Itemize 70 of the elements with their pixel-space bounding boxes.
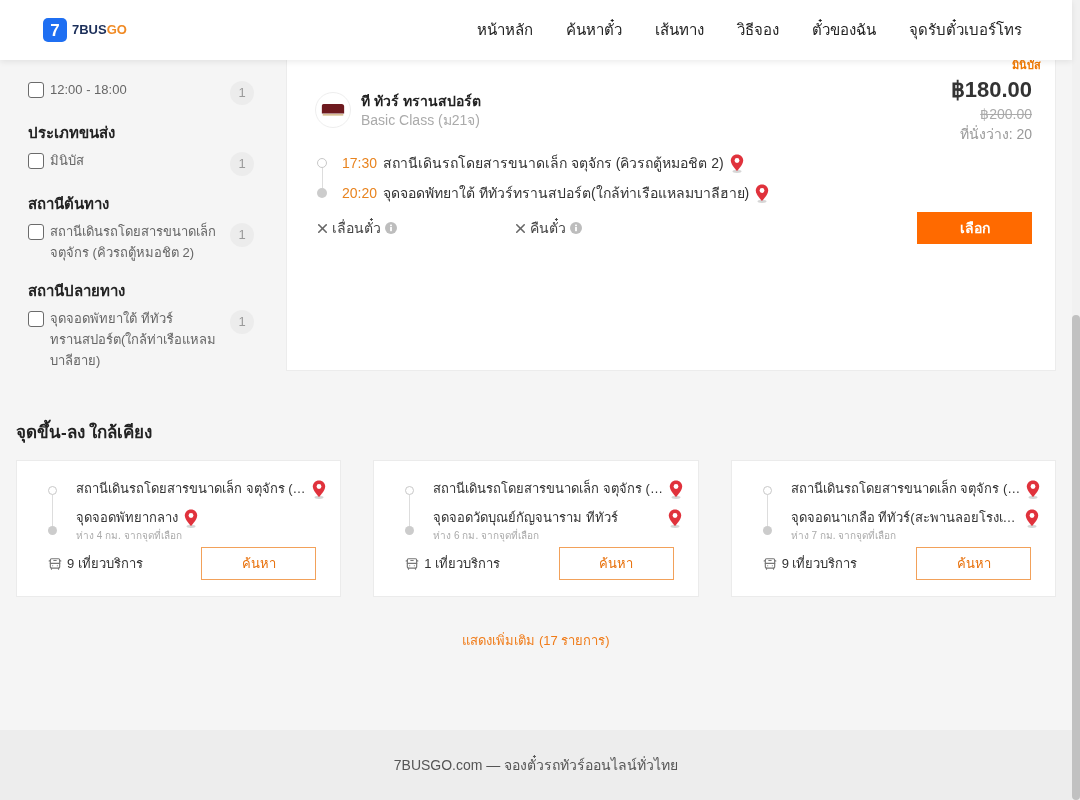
- trip-count: 9 เที่ยวบริการ: [67, 554, 143, 573]
- filter-option-label[interactable]: สถานีเดินรถโดยสารขนาดเล็ก จตุจักร (คิวรถตู้หมอชิต 2): [50, 221, 226, 263]
- bus-class: Basic Class (ม21จ): [361, 110, 481, 129]
- map-pin-icon: [1026, 479, 1041, 499]
- trip-count: 9 เที่ยวบริการ: [781, 554, 858, 573]
- search-button[interactable]: ค้นหา: [916, 547, 1031, 580]
- old-price: ฿200.00: [980, 105, 1032, 124]
- checkbox[interactable]: [28, 224, 44, 240]
- bus-icon: [762, 556, 777, 571]
- select-button[interactable]: เลือก: [917, 212, 1032, 244]
- map-pin-icon: [667, 508, 682, 528]
- distance-note: ห่าง 7 กม. จากจุดที่เลือก: [790, 529, 898, 543]
- policy-label: คืนตั๋ว: [530, 217, 566, 238]
- filter-heading: สถานีต้นทาง: [28, 194, 110, 214]
- origin-stop: สถานีเดินรถโดยสารขนาดเล็ก จตุจักร (…: [433, 479, 663, 499]
- timeline-line: [321, 168, 323, 188]
- option-count: 1: [230, 223, 254, 247]
- checkbox[interactable]: [28, 311, 44, 327]
- origin-stop: สถานีเดินรถโดยสารขนาดเล็ก จตุจักร (…: [790, 479, 1021, 499]
- policy-label: เลื่อนตั๋ว: [332, 217, 381, 238]
- distance-note: ห่าง 6 กม. จากจุดที่เลือก: [433, 529, 540, 543]
- filter-heading: ประเภทขนส่ง: [28, 123, 116, 143]
- seats-available: ที่นั่งว่าง: 20: [959, 124, 1032, 144]
- filter-option-label[interactable]: มินิบัส: [50, 150, 226, 171]
- origin-stop: สถานีเดินรถโดยสารขนาดเล็ก จตุจักร (…: [76, 479, 306, 499]
- bus-icon: [405, 556, 420, 571]
- stop-place: จุดจอดพัทยาใต้ ทีทัวร์ทรานสปอร์ต(ใกล้ท่าเรือแหลมบาลีฮาย): [383, 183, 750, 204]
- nav-link[interactable]: จุดรับตั๋วเบอร์โทร: [909, 18, 1022, 42]
- scrollbar-thumb[interactable]: [1072, 315, 1080, 800]
- bus-icon: [48, 556, 62, 571]
- nav-link[interactable]: หน้าหลัก: [477, 18, 533, 42]
- timeline-line: [409, 495, 411, 526]
- map-pin-icon: [311, 479, 326, 499]
- destination-stop: จุดจอดวัดบุณย์กัญจนาราม ทีทัวร์: [433, 509, 618, 528]
- option-count: 1: [230, 152, 254, 176]
- destination-stop: จุดจอดพัทยากลาง: [76, 509, 178, 528]
- timeline-line: [52, 495, 53, 526]
- filter-option-label[interactable]: จุดจอดพัทยาใต้ ทีทัวร์ทรานสปอร์ต(ใกล้ท่าเรือแหลมบาลีฮาย): [50, 308, 226, 371]
- map-pin-icon: [184, 508, 198, 528]
- nav-link[interactable]: ตั๋วของฉัน: [812, 18, 876, 42]
- checkbox[interactable]: [28, 82, 44, 98]
- nav-link[interactable]: ค้นหาตั๋ว: [566, 18, 622, 42]
- price: ฿180.00: [950, 76, 1032, 104]
- timeline-line: [766, 495, 768, 526]
- logo-text[interactable]: 7BUSGO: [72, 20, 127, 40]
- filter-option-label[interactable]: 12:00 - 18:00: [50, 79, 226, 100]
- stop-time: 20:20: [342, 183, 379, 203]
- option-count: 1: [230, 81, 254, 105]
- operator-name: ที ทัวร์ ทรานสปอร์ต: [361, 91, 481, 111]
- nav-link[interactable]: เส้นทาง: [655, 18, 704, 42]
- trip-count: 1 เที่ยวบริการ: [424, 554, 501, 573]
- filter-heading: สถานีปลายทาง: [28, 281, 126, 301]
- footer-text: 7BUSGO.com — จองตั๋วรถทัวร์ออนไลน์ทั่วไทย: [393, 754, 679, 775]
- destination-stop: จุดจอดนาเกลือ ทีทัวร์(สะพานลอยโรงเ…: [790, 509, 1016, 528]
- option-count: 1: [230, 310, 254, 334]
- map-pin-icon: [668, 479, 683, 499]
- search-button[interactable]: ค้นหา: [201, 547, 317, 580]
- bus-logo-icon: [315, 92, 351, 128]
- logo-mark[interactable]: 7: [43, 18, 67, 42]
- stop-time: 17:30: [342, 153, 379, 173]
- map-pin-icon: [729, 153, 744, 173]
- section-title: จุดขึ้น-ลง ใกล้เคียง: [16, 421, 1056, 445]
- search-button[interactable]: ค้นหา: [558, 547, 674, 580]
- distance-note: ห่าง 4 กม. จากจุดที่เลือก: [76, 529, 183, 543]
- stop-place: สถานีเดินรถโดยสารขนาดเล็ก จตุจักร (คิวรถตู้หมอชิต 2): [383, 153, 724, 174]
- map-pin-icon: [755, 183, 770, 203]
- nav-link[interactable]: วิธีจอง: [737, 18, 779, 42]
- checkbox[interactable]: [28, 153, 44, 169]
- vehicle-type-tag: มินิบัส: [1012, 59, 1041, 71]
- map-pin-icon: [1025, 508, 1039, 528]
